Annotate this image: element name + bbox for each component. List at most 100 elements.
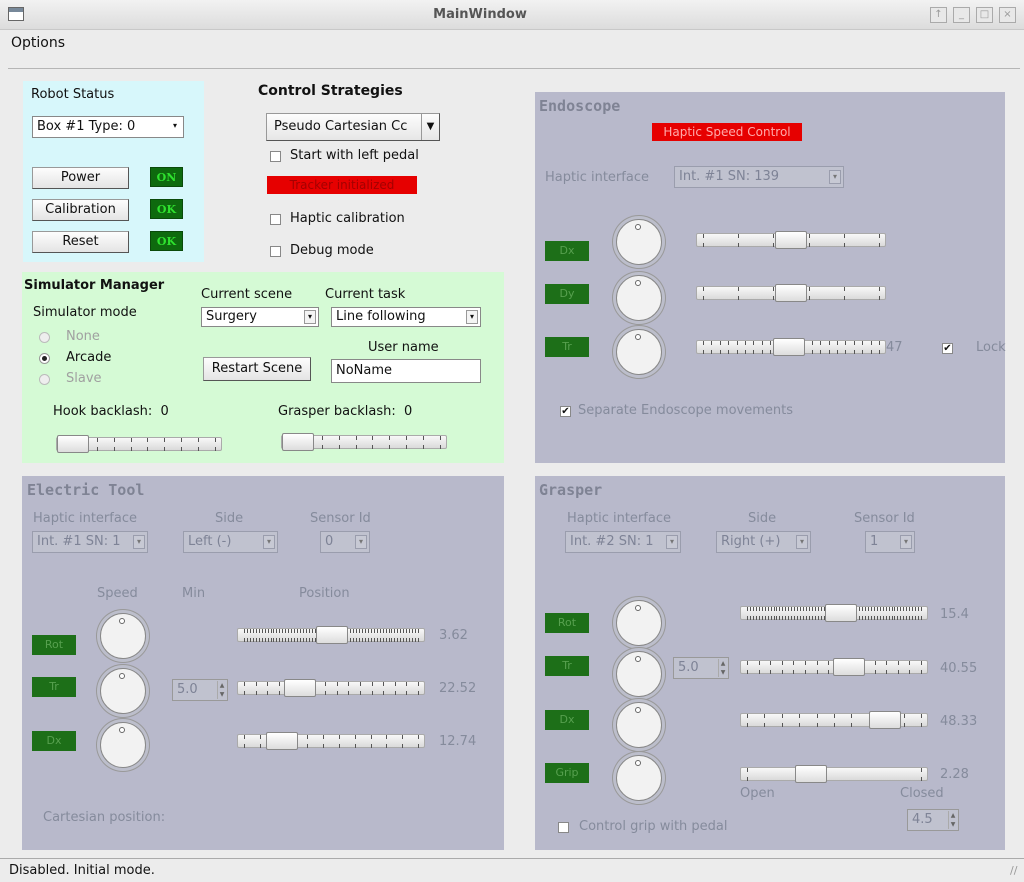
task-label: Current task	[325, 287, 406, 302]
grasper-dx-knob[interactable]	[616, 702, 662, 748]
debug-mode-checkbox[interactable]	[270, 246, 281, 257]
slider-tick	[288, 638, 289, 642]
grasper-side-combo[interactable]: Right (+) ▾	[716, 531, 811, 553]
slider-handle[interactable]	[833, 658, 865, 676]
slider-handle[interactable]	[266, 732, 298, 750]
grasper-grip-slider[interactable]	[740, 765, 928, 783]
slider-tick	[915, 607, 916, 611]
slider-tick	[371, 629, 372, 633]
grip-pedal-checkbox[interactable]	[558, 822, 569, 833]
grasper-dx-slider[interactable]	[740, 711, 928, 729]
electric-side-combo[interactable]: Left (-) ▾	[183, 531, 278, 553]
endo-dx-slider[interactable]	[696, 231, 886, 249]
slider-tick	[883, 607, 884, 611]
electric-tr-slider[interactable]	[237, 679, 425, 697]
slider-tick	[322, 445, 323, 449]
spin-arrows-icon[interactable]: ▲ ▼	[217, 681, 226, 699]
maximize-up-icon[interactable]: ↑	[930, 7, 947, 23]
slider-handle[interactable]	[284, 679, 316, 697]
spin-arrows-icon[interactable]: ▲ ▼	[718, 659, 727, 677]
slider-tick	[353, 638, 354, 642]
slider-handle[interactable]	[825, 604, 857, 622]
slider-handle[interactable]	[316, 626, 348, 644]
endo-haptic-combo[interactable]: Int. #1 SN: 139 ▾	[674, 166, 844, 188]
slider-tick	[260, 744, 261, 748]
mode-arcade-radio[interactable]	[39, 353, 50, 364]
box-combo[interactable]: Box #1 Type: 0 ▾	[32, 116, 184, 138]
knob-dot	[635, 605, 641, 611]
grasper-tr-knob[interactable]	[616, 651, 662, 697]
grip-spinbox[interactable]: 4.5 ▲ ▼	[907, 809, 959, 831]
power-button[interactable]: Power	[32, 167, 129, 189]
endo-tr-slider[interactable]	[696, 338, 886, 356]
haptic-calibration-checkbox[interactable]	[270, 214, 281, 225]
slider-handle[interactable]	[282, 433, 314, 451]
grasper-tr-slider[interactable]	[740, 658, 928, 676]
calibration-button[interactable]: Calibration	[32, 199, 129, 221]
scene-combo[interactable]: Surgery ▾	[201, 307, 319, 327]
reset-button[interactable]: Reset	[32, 231, 129, 253]
grasper-rot-slider[interactable]	[740, 604, 928, 622]
user-name-input[interactable]: NoName	[331, 359, 481, 383]
minimize-icon[interactable]: _	[953, 7, 970, 23]
hook-backlash-slider[interactable]	[56, 435, 222, 453]
electric-dx-slider[interactable]	[237, 732, 425, 750]
slider-handle[interactable]	[775, 231, 807, 249]
electric-sensor-combo[interactable]: 0 ▾	[320, 531, 370, 553]
grasper-rot-knob[interactable]	[616, 600, 662, 646]
endo-dy-slider[interactable]	[696, 284, 886, 302]
slider-handle[interactable]	[795, 765, 827, 783]
slider-tick	[359, 638, 360, 642]
electric-min-spinbox[interactable]: 5.0 ▲ ▼	[172, 679, 228, 701]
grasper-title: Grasper	[539, 481, 603, 499]
grasper-haptic-combo[interactable]: Int. #2 SN: 1 ▾	[565, 531, 681, 553]
grasper-sensor-combo[interactable]: 1 ▾	[865, 531, 915, 553]
menu-options[interactable]: Options	[11, 35, 65, 51]
haptic-calibration-label: Haptic calibration	[290, 211, 405, 226]
slider-tick	[703, 296, 704, 300]
endo-tr-knob[interactable]	[616, 329, 662, 375]
grasper-grip-knob[interactable]	[616, 755, 662, 801]
separate-endoscope-label: Separate Endoscope movements	[578, 403, 794, 418]
slider-tick	[720, 341, 721, 345]
close-icon[interactable]: ×	[999, 7, 1016, 23]
spin-arrows-icon[interactable]: ▲ ▼	[948, 811, 957, 829]
slider-handle[interactable]	[775, 284, 807, 302]
slider-tick	[756, 607, 757, 611]
endo-dy-knob[interactable]	[616, 275, 662, 321]
slider-tick	[747, 661, 748, 665]
start-left-pedal-checkbox[interactable]	[270, 151, 281, 162]
slider-tick	[829, 341, 830, 345]
restart-scene-button[interactable]: Restart Scene	[203, 357, 311, 381]
slider-handle[interactable]	[57, 435, 89, 453]
slider-tick	[904, 723, 905, 727]
slider-tick	[817, 714, 818, 718]
slider-tick	[809, 243, 810, 247]
electric-rot-knob[interactable]	[100, 613, 146, 659]
electric-haptic-combo[interactable]: Int. #1 SN: 1 ▾	[32, 531, 148, 553]
mode-slave-radio[interactable]	[39, 374, 50, 385]
slider-handle[interactable]	[773, 338, 805, 356]
electric-tr-knob[interactable]	[100, 668, 146, 714]
slider-tick	[386, 744, 387, 748]
electric-dx-knob[interactable]	[100, 722, 146, 768]
mode-none-radio[interactable]	[39, 332, 50, 343]
slider-tick	[904, 714, 905, 718]
slider-tick	[271, 629, 272, 633]
grasper-min-spinbox[interactable]: 5.0 ▲ ▼	[673, 657, 729, 679]
slider-tick	[762, 350, 763, 354]
lock-checkbox[interactable]: ✔	[942, 343, 953, 354]
resize-grip-icon[interactable]: //	[1010, 864, 1017, 877]
strategy-combo[interactable]: Pseudo Cartesian Cc ▼	[266, 113, 440, 141]
separate-endoscope-checkbox[interactable]: ✔	[560, 406, 571, 417]
slider-handle[interactable]	[869, 711, 901, 729]
slider-tick	[164, 447, 165, 451]
slider-tick	[865, 607, 866, 611]
grasper-backlash-value: 0	[404, 404, 413, 419]
maximize-icon[interactable]: □	[976, 7, 993, 23]
task-combo[interactable]: Line following ▾	[331, 307, 481, 327]
slider-tick	[918, 607, 919, 611]
grasper-backlash-slider[interactable]	[281, 433, 447, 451]
electric-rot-slider[interactable]	[237, 626, 425, 644]
endo-dx-knob[interactable]	[616, 219, 662, 265]
